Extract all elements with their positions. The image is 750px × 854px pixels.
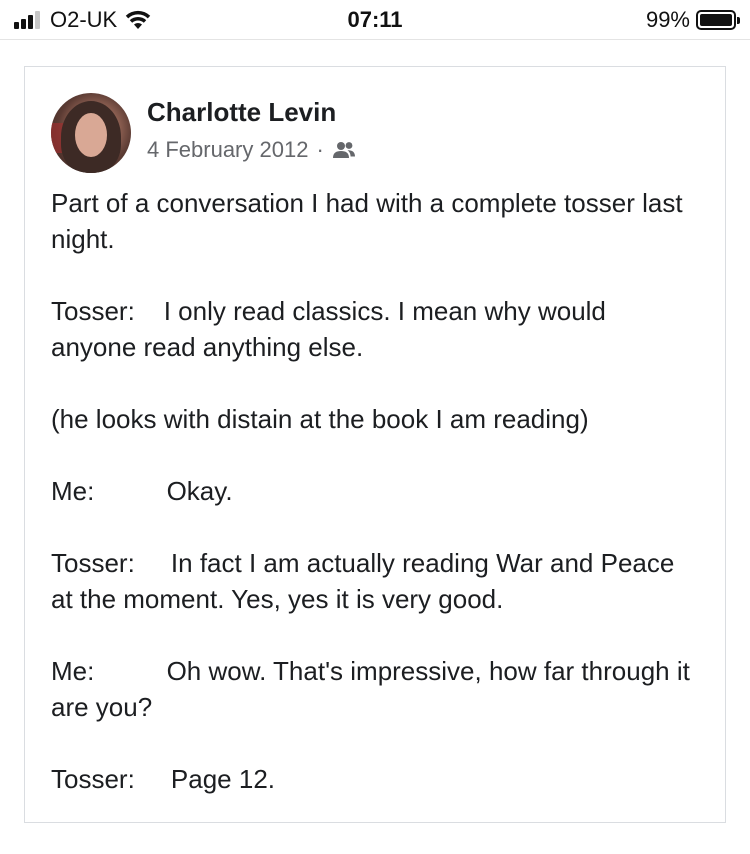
- post-paragraph: Me: Oh wow. That's impressive, how far t…: [51, 656, 698, 722]
- battery-fill: [700, 14, 732, 26]
- friends-icon: [332, 142, 355, 158]
- post-paragraph: Tosser: In fact I am actually reading Wa…: [51, 548, 682, 614]
- post-meta: 4 February 2012 ·: [147, 137, 356, 163]
- post-paragraph: Tosser: Page 12.: [51, 764, 276, 794]
- post-paragraph: Me: Okay.: [51, 476, 233, 506]
- post-paragraph: Part of a conversation I had with a comp…: [51, 188, 690, 254]
- status-right: 99%: [645, 7, 740, 33]
- author-name[interactable]: Charlotte Levin: [147, 97, 336, 128]
- meta-separator: ·: [316, 137, 324, 162]
- post-card: Charlotte Levin 4 February 2012 · Part o…: [24, 66, 726, 823]
- post-date[interactable]: 4 February 2012: [147, 137, 308, 163]
- post-paragraph: Tosser: I only read classics. I mean why…: [51, 296, 614, 362]
- battery-icon: [696, 10, 740, 30]
- status-bar: O2-UK 07:11 99%: [0, 0, 750, 40]
- status-time: 07:11: [347, 7, 403, 32]
- battery-percentage: 99%: [645, 7, 690, 32]
- post-body: Part of a conversation I had with a comp…: [51, 185, 691, 797]
- post-paragraph: (he looks with distain at the book I am …: [51, 404, 589, 434]
- avatar[interactable]: [51, 93, 131, 173]
